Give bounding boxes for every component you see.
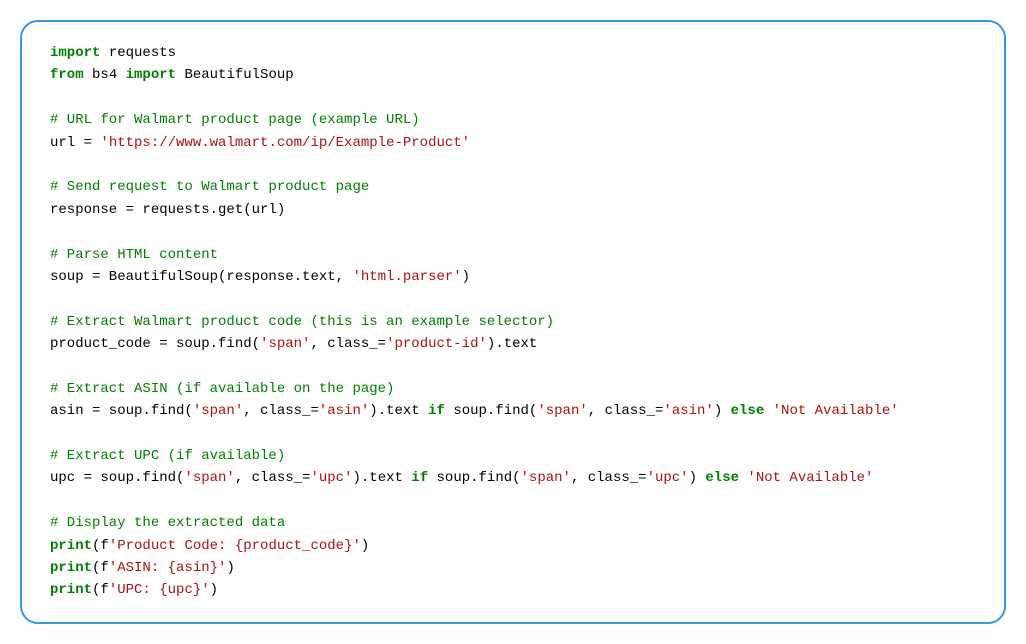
code-line: product_code = soup.find('span', class_=… — [50, 333, 976, 355]
code-line-blank — [50, 154, 976, 176]
comment: # Extract ASIN (if available on the page… — [50, 381, 394, 397]
code-text: product_code = soup.find( — [50, 336, 260, 352]
keyword-print: print — [50, 538, 92, 554]
comment: # Send request to Walmart product page — [50, 179, 369, 195]
string: 'https://www.walmart.com/ip/Example-Prod… — [100, 135, 470, 151]
fstring: 'Product Code: {product_code}' — [109, 538, 361, 554]
code-line: soup = BeautifulSoup(response.text, 'htm… — [50, 266, 976, 288]
code-text: ) — [210, 582, 218, 598]
keyword-if: if — [411, 470, 428, 486]
comment: # Extract Walmart product code (this is … — [50, 314, 554, 330]
code-block: import requests from bs4 import Beautifu… — [20, 20, 1006, 624]
code-line: asin = soup.find('span', class_='asin').… — [50, 400, 976, 422]
code-line: import requests — [50, 42, 976, 64]
code-text: soup = BeautifulSoup(response.text, — [50, 269, 352, 285]
code-line: url = 'https://www.walmart.com/ip/Exampl… — [50, 132, 976, 154]
code-text: (f — [92, 538, 109, 554]
comment: # URL for Walmart product page (example … — [50, 112, 420, 128]
string: 'span' — [521, 470, 571, 486]
code-line-blank — [50, 87, 976, 109]
keyword-import: import — [50, 45, 100, 61]
code-text: ) — [689, 470, 706, 486]
identifier: BeautifulSoup — [176, 67, 294, 83]
string: 'span' — [193, 403, 243, 419]
code-text: (f — [92, 560, 109, 576]
code-line: # URL for Walmart product page (example … — [50, 109, 976, 131]
comment: # Extract UPC (if available) — [50, 448, 285, 464]
string: 'Not Available' — [773, 403, 899, 419]
identifier: url = — [50, 135, 100, 151]
keyword-import: import — [126, 67, 176, 83]
string: 'asin' — [319, 403, 369, 419]
string: 'upc' — [310, 470, 352, 486]
string: 'span' — [260, 336, 310, 352]
string: 'asin' — [663, 403, 713, 419]
keyword-else: else — [731, 403, 765, 419]
code-line: print(f'Product Code: {product_code}') — [50, 535, 976, 557]
keyword-else: else — [705, 470, 739, 486]
string: 'product-id' — [386, 336, 487, 352]
keyword-if: if — [428, 403, 445, 419]
code-line-blank — [50, 355, 976, 377]
string: 'upc' — [647, 470, 689, 486]
code-line: # Extract Walmart product code (this is … — [50, 311, 976, 333]
code-text: , class_= — [571, 470, 647, 486]
keyword-print: print — [50, 582, 92, 598]
code-text: ).text — [352, 470, 411, 486]
code-line: response = requests.get(url) — [50, 199, 976, 221]
code-line: print(f'UPC: {upc}') — [50, 579, 976, 601]
code-line: # Extract ASIN (if available on the page… — [50, 378, 976, 400]
string: 'span' — [537, 403, 587, 419]
code-text: upc = soup.find( — [50, 470, 184, 486]
code-text: , class_= — [235, 470, 311, 486]
code-text: , class_= — [588, 403, 664, 419]
code-text: ) — [226, 560, 234, 576]
code-text: response = requests.get(url) — [50, 202, 285, 218]
keyword-from: from — [50, 67, 84, 83]
code-text: asin = soup.find( — [50, 403, 193, 419]
string: 'html.parser' — [352, 269, 461, 285]
identifier: bs4 — [84, 67, 126, 83]
code-text — [764, 403, 772, 419]
code-line: # Parse HTML content — [50, 244, 976, 266]
string: 'Not Available' — [747, 470, 873, 486]
code-line: from bs4 import BeautifulSoup — [50, 64, 976, 86]
code-text: ).text — [487, 336, 537, 352]
code-line: # Display the extracted data — [50, 512, 976, 534]
comment: # Display the extracted data — [50, 515, 285, 531]
code-text: ).text — [369, 403, 428, 419]
code-line-blank — [50, 221, 976, 243]
keyword-print: print — [50, 560, 92, 576]
code-text: , class_= — [310, 336, 386, 352]
identifier: requests — [100, 45, 176, 61]
fstring: 'UPC: {upc}' — [109, 582, 210, 598]
code-line-blank — [50, 288, 976, 310]
string: 'span' — [184, 470, 234, 486]
code-text: soup.find( — [445, 403, 537, 419]
code-line: # Extract UPC (if available) — [50, 445, 976, 467]
code-line-blank — [50, 490, 976, 512]
code-line: print(f'ASIN: {asin}') — [50, 557, 976, 579]
fstring: 'ASIN: {asin}' — [109, 560, 227, 576]
code-text: (f — [92, 582, 109, 598]
code-line: upc = soup.find('span', class_='upc').te… — [50, 467, 976, 489]
code-text: soup.find( — [428, 470, 520, 486]
code-text: ) — [714, 403, 731, 419]
code-text: ) — [361, 538, 369, 554]
code-text: , class_= — [243, 403, 319, 419]
comment: # Parse HTML content — [50, 247, 218, 263]
code-text: ) — [462, 269, 470, 285]
code-line: # Send request to Walmart product page — [50, 176, 976, 198]
code-line-blank — [50, 423, 976, 445]
